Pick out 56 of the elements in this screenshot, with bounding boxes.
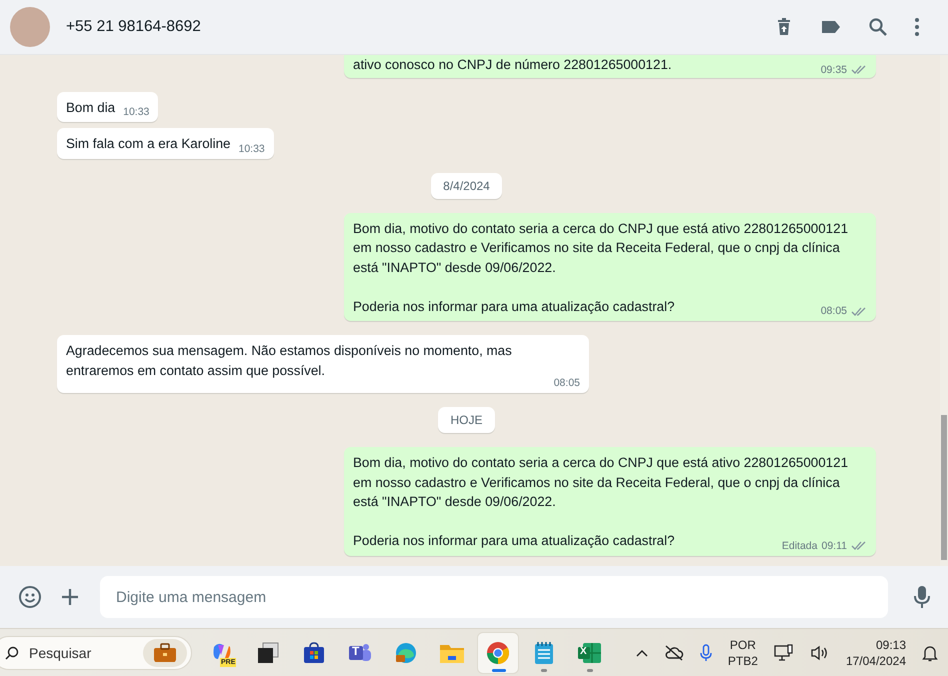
taskbar-clock[interactable]: 09:13 17/04/2024	[846, 636, 906, 668]
message-text: Bom dia	[66, 98, 116, 116]
chevron-up-icon[interactable]	[636, 648, 648, 656]
search-icon	[5, 646, 19, 660]
message-input[interactable]: Digite uma mensagem	[100, 576, 888, 618]
scrollbar[interactable]	[940, 55, 948, 566]
speaker-icon[interactable]	[810, 644, 830, 660]
message-text: Agradecemos sua mensagem. Não estamos disponíveis no momento, mas entraremos em contato assim que possível.	[66, 342, 513, 380]
bell-icon[interactable]	[922, 644, 938, 662]
message-time: 10:33	[123, 106, 150, 119]
running-indicator	[587, 668, 593, 672]
plus-icon[interactable]	[60, 587, 80, 607]
running-indicator	[541, 668, 547, 672]
message-text: Poderia nos informar para uma atualização cadastral?	[353, 532, 675, 550]
clock-time: 09:13	[876, 636, 906, 652]
teams-letter: T	[352, 644, 360, 658]
date-divider: HOJE	[438, 407, 494, 433]
message-text: Bom dia, motivo do contato seria a cerca do CNPJ que está ativo 22801265000121 em nosso cadastro e Verificamos no site da Receita Federal, que o cnpj da clínica está "INAPTO" desde 09/06/2022.	[353, 220, 850, 276]
store-icon	[302, 640, 326, 664]
microphone-icon[interactable]	[700, 644, 712, 662]
message-time: 09:35	[820, 64, 847, 76]
keyboard-language[interactable]: POR PTB2	[728, 636, 758, 668]
excel-letter: X	[580, 646, 587, 658]
message-time: 08:05	[820, 305, 847, 318]
clock-date: 17/04/2024	[846, 652, 906, 668]
message-text: Bom dia, motivo do contato seria a cerca do CNPJ que está ativo 22801265000121 em nosso cadastro e Verificamos no site da Receita Federal, que o cnpj da clínica está "INAPTO" desde 09/06/2022.	[353, 454, 850, 511]
windows-icon	[256, 640, 280, 664]
excel-icon	[577, 640, 603, 664]
taskbar-app[interactable]: X	[570, 632, 610, 672]
taskbar-search[interactable]: Pesquisar	[0, 636, 192, 670]
briefcase-icon	[143, 638, 187, 666]
label-icon[interactable]	[820, 19, 842, 35]
network-icon[interactable]	[774, 644, 794, 662]
edited-label: Editada	[782, 540, 818, 552]
cloud-offline-icon[interactable]	[664, 644, 684, 660]
notepad-icon	[533, 640, 555, 664]
taskbar-app[interactable]: T	[340, 632, 380, 672]
menu-icon[interactable]	[914, 17, 920, 37]
search-icon[interactable]	[868, 17, 888, 37]
layout-code: PTB2	[728, 652, 758, 668]
message-text: Poderia nos informar para uma atualização cadastral?	[353, 298, 675, 316]
emoji-icon[interactable]	[18, 585, 42, 609]
message-time: 10:33	[238, 142, 265, 156]
message-text: ativo conosco no CNPJ de número 22801265000121.	[353, 56, 672, 74]
search-placeholder: Pesquisar	[29, 644, 92, 660]
message-time: 08:05	[554, 377, 580, 390]
date-divider: 8/4/2024	[431, 172, 502, 198]
language-code: POR	[730, 636, 756, 652]
running-indicator	[492, 668, 506, 672]
scrollbar-thumb[interactable]	[941, 415, 947, 560]
edge-icon	[394, 640, 418, 664]
microphone-icon[interactable]	[914, 585, 930, 609]
contact-name[interactable]: +55 21 98164-8692	[66, 18, 201, 36]
chrome-icon	[486, 640, 510, 664]
message-time: 09:11	[822, 540, 847, 552]
message-text: Sim fala com a era Karoline	[66, 135, 230, 153]
